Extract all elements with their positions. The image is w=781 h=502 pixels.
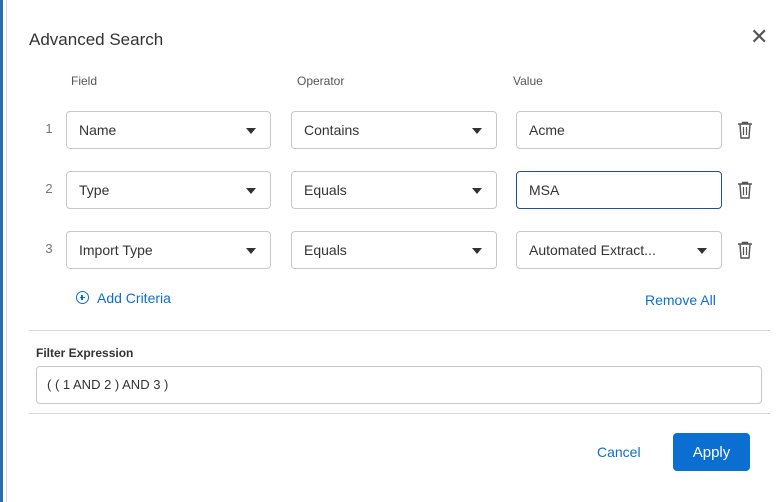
operator-select[interactable]: Equals	[291, 171, 497, 209]
add-circle-icon[interactable]	[76, 291, 89, 304]
chevron-down-icon	[472, 188, 482, 194]
trash-icon[interactable]	[736, 120, 754, 140]
row-number: 3	[45, 241, 53, 256]
field-select[interactable]: Import Type	[66, 231, 271, 269]
field-select-value: Type	[79, 182, 110, 198]
field-select[interactable]: Type	[66, 171, 271, 209]
chevron-down-icon	[246, 128, 256, 134]
apply-button[interactable]: Apply	[673, 433, 750, 471]
column-header-value: Value	[513, 74, 543, 88]
divider	[29, 413, 770, 414]
field-select-value: Import Type	[79, 242, 153, 258]
value-select-value: Automated Extract...	[529, 242, 656, 258]
window-edge-divider	[6, 0, 7, 502]
value-select[interactable]: Automated Extract...	[516, 231, 722, 269]
add-criteria-link[interactable]: Add Criteria	[97, 290, 171, 306]
chevron-down-icon	[472, 248, 482, 254]
value-input-text: MSA	[529, 182, 560, 198]
trash-icon[interactable]	[736, 180, 754, 200]
filter-expression-input[interactable]: ( ( 1 AND 2 ) AND 3 )	[36, 366, 762, 404]
dialog-title: Advanced Search	[29, 30, 164, 49]
column-header-field: Field	[71, 74, 98, 88]
operator-select-value: Contains	[304, 122, 360, 138]
row-number: 1	[45, 121, 53, 136]
advanced-search-dialog: Advanced Search ✕ Field Operator Value 1…	[9, 10, 781, 502]
filter-expression-text: ( ( 1 AND 2 ) AND 3 )	[47, 377, 169, 392]
chevron-down-icon	[246, 188, 256, 194]
window-edge	[0, 0, 3, 502]
cancel-button[interactable]: Cancel	[597, 444, 641, 460]
column-header-operator: Operator	[297, 74, 345, 88]
field-select-value: Name	[79, 122, 117, 138]
trash-icon[interactable]	[736, 240, 754, 260]
close-icon[interactable]: ✕	[750, 24, 768, 50]
operator-select-value: Equals	[304, 182, 347, 198]
operator-select-value: Equals	[304, 242, 347, 258]
remove-all-link[interactable]: Remove All	[645, 292, 716, 308]
divider	[29, 330, 770, 331]
operator-select[interactable]: Contains	[291, 111, 497, 149]
chevron-down-icon	[246, 248, 256, 254]
operator-select[interactable]: Equals	[291, 231, 497, 269]
chevron-down-icon	[697, 248, 707, 254]
value-input-text: Acme	[529, 122, 565, 138]
chevron-down-icon	[472, 128, 482, 134]
filter-expression-label: Filter Expression	[36, 346, 134, 360]
row-number: 2	[45, 181, 53, 196]
field-select[interactable]: Name	[66, 111, 271, 149]
value-input[interactable]: MSA	[516, 171, 722, 209]
value-input[interactable]: Acme	[516, 111, 722, 149]
